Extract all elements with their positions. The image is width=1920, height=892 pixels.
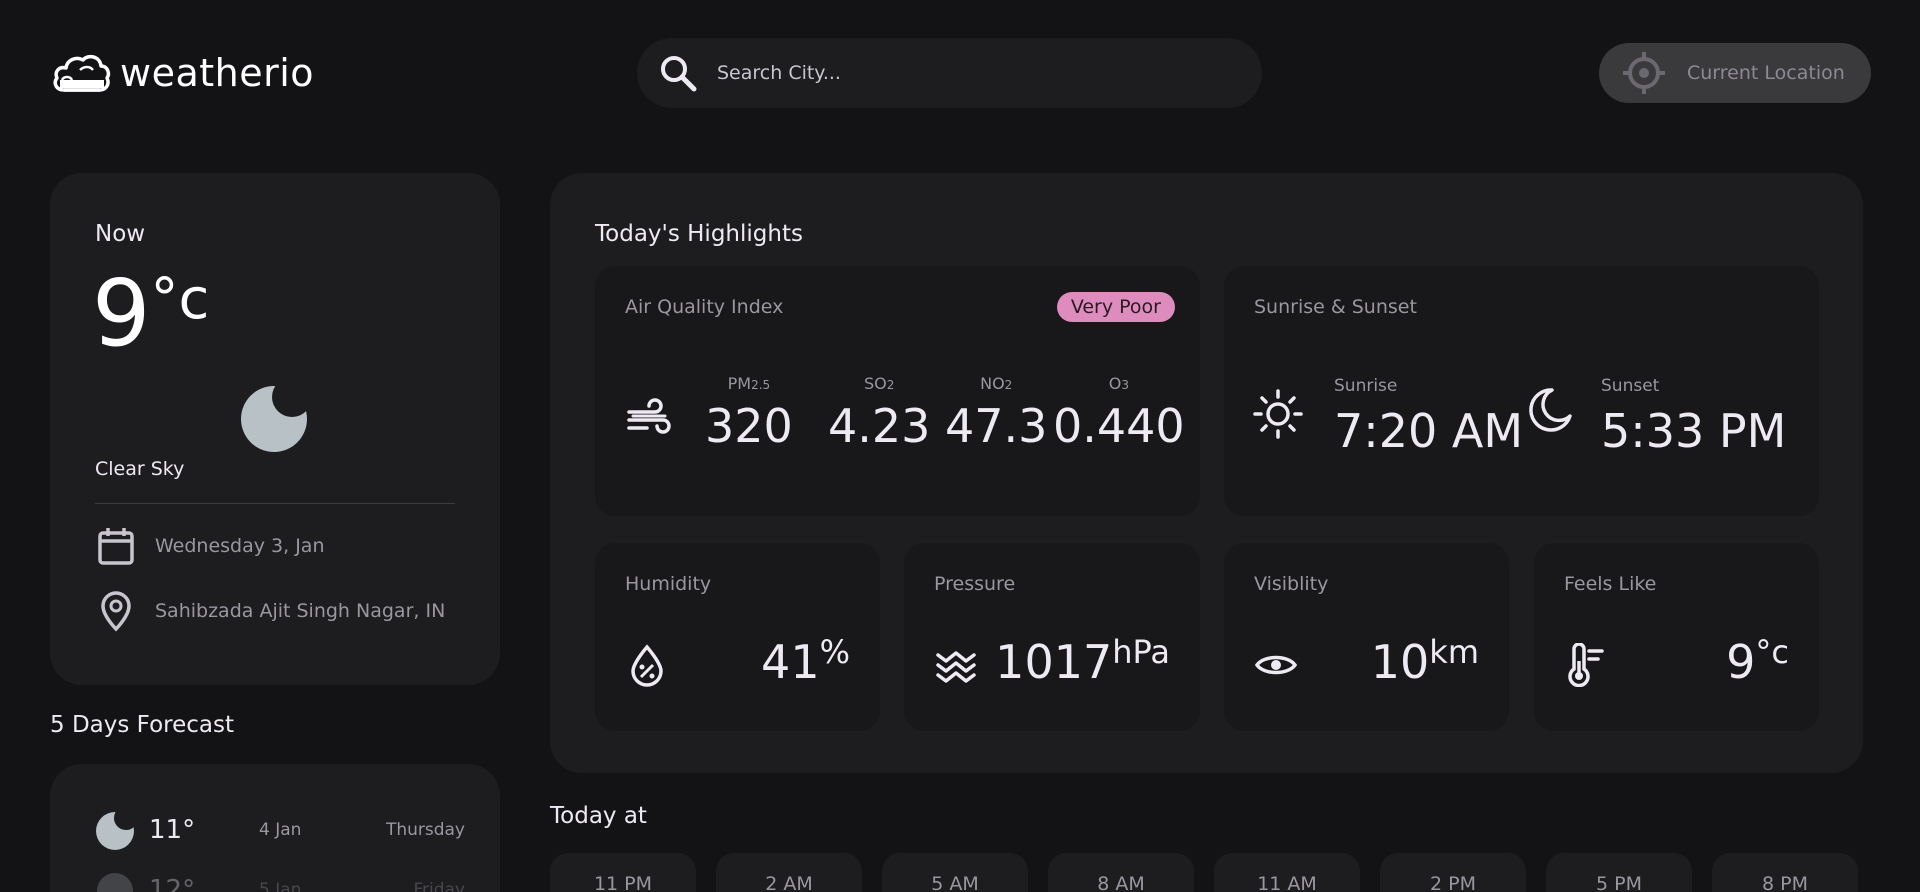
brand-name: weatherio bbox=[120, 51, 315, 95]
aqi-no2-label: NO2 bbox=[980, 374, 1013, 393]
aqi-so2: SO2 4.23 bbox=[828, 374, 930, 453]
search-input[interactable] bbox=[717, 62, 1197, 84]
aqi-no2-value: 47.3 bbox=[945, 399, 1048, 453]
forecast-card: 11° 4 Jan Thursday 12° 5 Jan Friday bbox=[50, 764, 500, 892]
aqi-o3-value: 0.440 bbox=[1053, 399, 1185, 453]
date-row: Wednesday 3, Jan bbox=[95, 525, 325, 567]
air-quality-card: Air Quality Index Very Poor PM2.5 320 SO… bbox=[595, 266, 1200, 516]
location-text: Sahibzada Ajit Singh Nagar, IN bbox=[155, 600, 446, 622]
hourly-slot: 2 PM bbox=[1380, 853, 1526, 892]
weather-app: weatherio Current Location Now 9°c Clear… bbox=[0, 0, 1920, 892]
current-location-button[interactable]: Current Location bbox=[1599, 43, 1871, 103]
humidity-card: Humidity 41% bbox=[595, 543, 880, 731]
search-icon bbox=[661, 56, 697, 92]
humidity-title: Humidity bbox=[625, 573, 712, 595]
sun-title: Sunrise & Sunset bbox=[1254, 296, 1417, 318]
hourly-slot: 11 PM bbox=[550, 853, 696, 892]
pressure-card: Pressure 1017hPa bbox=[904, 543, 1200, 731]
forecast-row: 11° 4 Jan Thursday bbox=[95, 809, 465, 851]
aqi-o3: O3 0.440 bbox=[1053, 374, 1185, 453]
cloud-icon bbox=[53, 54, 111, 92]
sunset-time: 5:33 PM bbox=[1601, 404, 1787, 458]
now-label: Now bbox=[95, 221, 146, 247]
gps-icon bbox=[1623, 52, 1665, 94]
forecast-temp: 11° bbox=[149, 815, 196, 845]
aqi-so2-label: SO2 bbox=[864, 374, 895, 393]
wind-icon bbox=[627, 398, 671, 434]
aqi-pm25-value: 320 bbox=[705, 399, 793, 453]
humidity-value: 41% bbox=[761, 633, 850, 689]
forecast-title: 5 Days Forecast bbox=[50, 712, 234, 738]
brand-logo[interactable]: weatherio bbox=[50, 50, 314, 96]
current-weather-card: Now 9°c Clear Sky Wednesday 3, Jan Sahib… bbox=[50, 173, 500, 685]
visibility-title: Visiblity bbox=[1254, 573, 1329, 595]
feels-like-value: 9°c bbox=[1726, 633, 1789, 689]
aqi-so2-value: 4.23 bbox=[828, 399, 931, 453]
aqi-o3-label: O3 bbox=[1108, 374, 1129, 393]
forecast-weekday: Friday bbox=[413, 880, 465, 892]
location-row: Sahibzada Ajit Singh Nagar, IN bbox=[95, 590, 445, 632]
moon-icon bbox=[241, 386, 307, 452]
pressure-value: 1017hPa bbox=[995, 633, 1170, 689]
search-bar[interactable] bbox=[637, 38, 1262, 108]
sun-icon bbox=[1253, 389, 1303, 439]
feels-like-title: Feels Like bbox=[1564, 573, 1657, 595]
sunrise-time: 7:20 AM bbox=[1334, 404, 1524, 458]
moon-outline-icon bbox=[1529, 388, 1572, 432]
eye-icon bbox=[1254, 655, 1298, 675]
sunset-label: Sunset bbox=[1601, 376, 1660, 396]
forecast-row: 12° 5 Jan Friday bbox=[95, 869, 465, 892]
location-pin-icon bbox=[101, 591, 131, 632]
highlights-title: Today's Highlights bbox=[595, 221, 803, 247]
sunrise-sunset-card: Sunrise & Sunset Sunrise 7:20 AM Sunset … bbox=[1224, 266, 1819, 516]
aqi-pm25-label: PM2.5 bbox=[727, 374, 771, 393]
current-location-label: Current Location bbox=[1687, 62, 1845, 84]
aqi-title: Air Quality Index bbox=[625, 296, 784, 318]
pressure-title: Pressure bbox=[934, 573, 1016, 595]
hourly-slot: 5 AM bbox=[882, 853, 1028, 892]
hourly-slot: 8 AM bbox=[1048, 853, 1194, 892]
moon-icon bbox=[96, 812, 134, 850]
cloud-icon bbox=[97, 873, 133, 892]
aqi-status-badge: Very Poor bbox=[1056, 292, 1175, 322]
humidity-icon bbox=[631, 644, 663, 687]
calendar-icon bbox=[98, 528, 134, 565]
sunrise-label: Sunrise bbox=[1334, 376, 1398, 396]
weather-condition: Clear Sky bbox=[95, 458, 185, 480]
aqi-no2: NO2 47.3 bbox=[945, 374, 1047, 453]
temp-unit: °c bbox=[150, 267, 210, 332]
visibility-card: Visiblity 10km bbox=[1224, 543, 1509, 731]
aqi-pm25: PM2.5 320 bbox=[705, 374, 793, 453]
hourly-slot: 2 AM bbox=[716, 853, 862, 892]
hourly-slot: 5 PM bbox=[1546, 853, 1692, 892]
date-text: Wednesday 3, Jan bbox=[155, 535, 325, 557]
forecast-temp: 12° bbox=[149, 875, 196, 892]
pressure-icon bbox=[936, 651, 976, 683]
current-temperature: 9°c bbox=[92, 260, 210, 367]
forecast-date: 4 Jan bbox=[259, 820, 302, 840]
visibility-value: 10km bbox=[1370, 633, 1479, 689]
feels-like-card: Feels Like 9°c bbox=[1534, 543, 1819, 731]
forecast-weekday: Thursday bbox=[385, 820, 465, 840]
thermometer-icon bbox=[1568, 643, 1604, 687]
divider bbox=[95, 503, 455, 504]
hourly-slot: 11 AM bbox=[1214, 853, 1360, 892]
highlights-card: Today's Highlights Air Quality Index Ver… bbox=[550, 173, 1863, 773]
hourly-slot: 8 PM bbox=[1712, 853, 1858, 892]
today-title: Today at bbox=[550, 803, 647, 829]
forecast-date: 5 Jan bbox=[259, 880, 302, 892]
